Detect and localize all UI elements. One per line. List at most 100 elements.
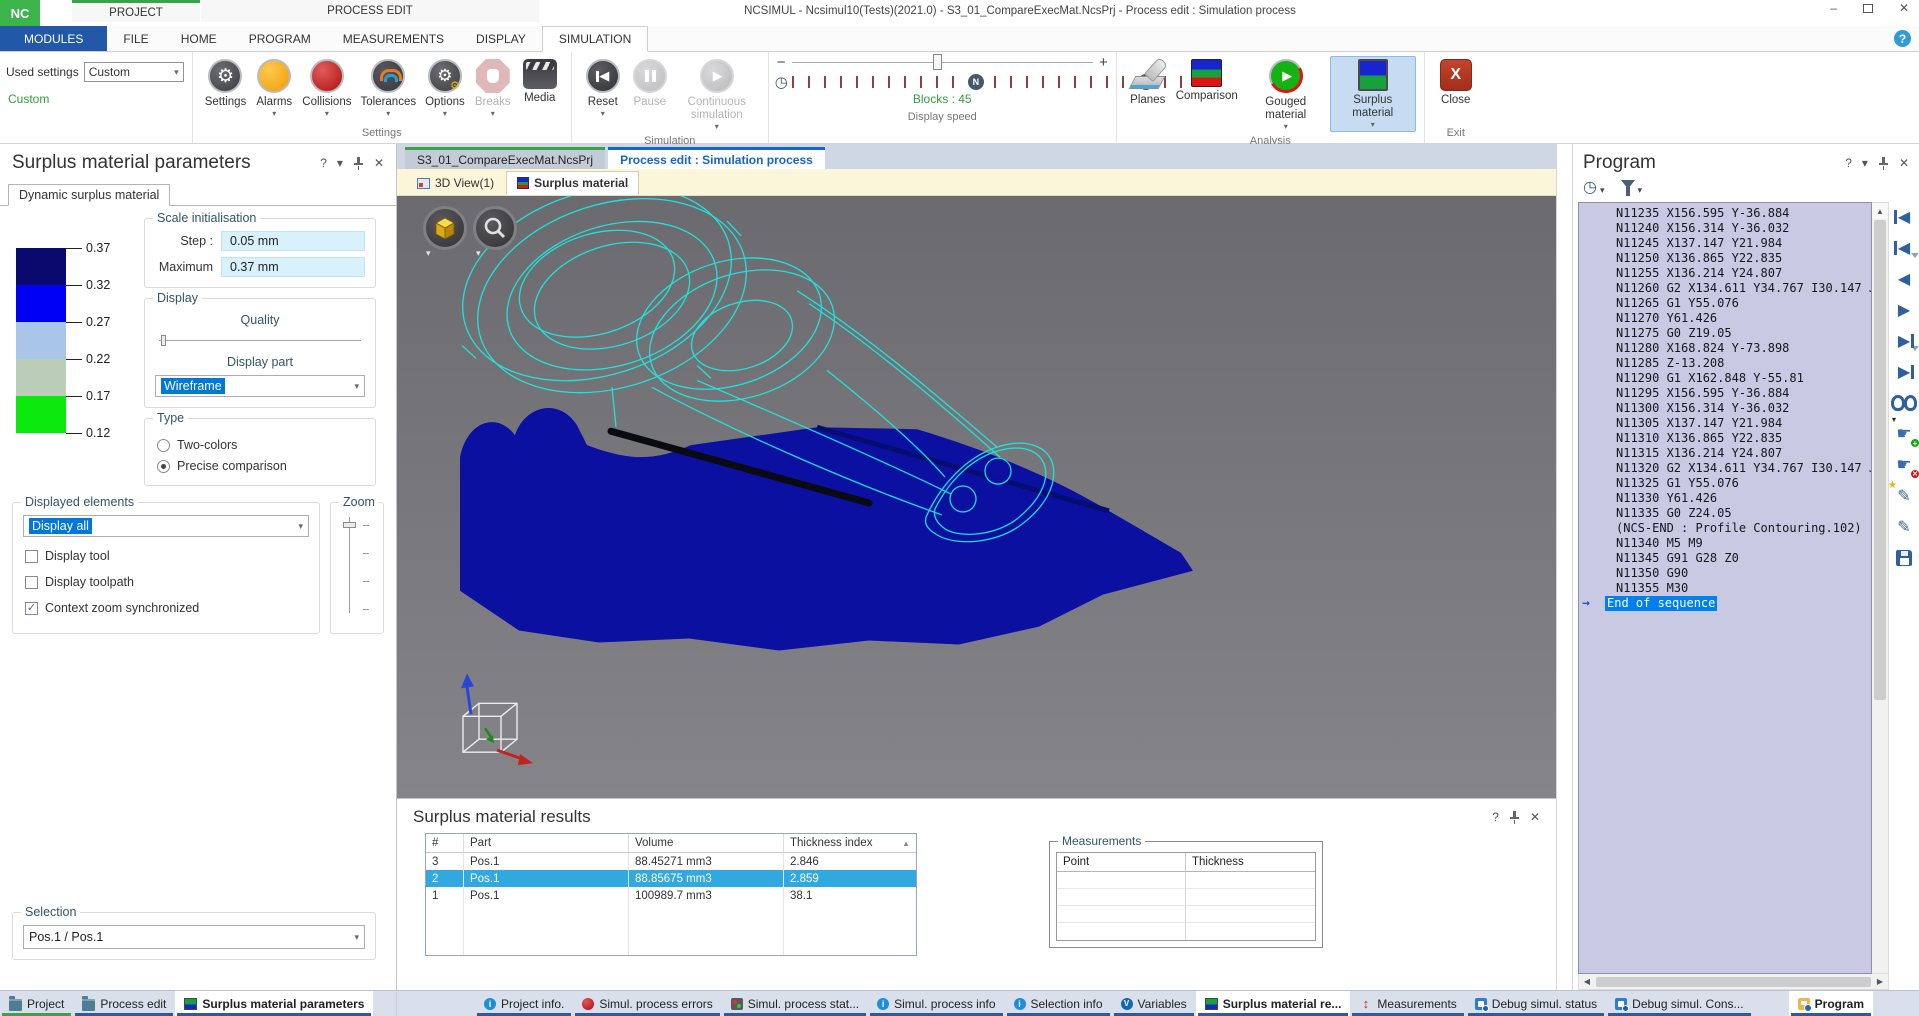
column-header-thickness-index[interactable]: Thickness index▲ — [784, 834, 916, 852]
program-line[interactable]: N11285 Z-13.208 — [1579, 356, 1871, 371]
checkbox-display-toolpath[interactable]: Display toolpath — [25, 575, 307, 589]
program-line[interactable]: N11245 X137.147 Y21.984 — [1579, 236, 1871, 251]
speed-plus-icon[interactable]: + — [1099, 54, 1108, 71]
program-line[interactable]: N11335 G0 Z24.05 — [1579, 506, 1871, 521]
table-row-empty[interactable] — [1057, 872, 1315, 889]
taskbar-tab-measurements[interactable]: Measurements — [1350, 991, 1465, 1016]
speed-slider-thumb[interactable] — [933, 54, 942, 70]
step-forward-icon[interactable] — [1891, 299, 1917, 321]
taskbar-tab-selection-info[interactable]: Selection info — [1005, 991, 1112, 1016]
program-horizontal-scrollbar[interactable]: ◀ ▶ — [1578, 974, 1889, 990]
collisions-button[interactable]: Collisions▾ — [298, 56, 355, 121]
program-line[interactable]: N11320 G2 X134.611 Y34.767 I30.147 J — [1579, 461, 1871, 476]
zoom-slider[interactable] — [337, 517, 377, 613]
checkbox-display-tool[interactable]: Display tool — [25, 549, 307, 563]
scrollbar-thumb[interactable] — [1874, 220, 1886, 700]
go-to-last-block-icon[interactable] — [1891, 361, 1917, 383]
quality-slider-thumb[interactable] — [161, 335, 166, 346]
display-part-dropdown[interactable]: Wireframe ▾ — [155, 375, 365, 397]
table-row[interactable]: 3Pos.188.45271 mm32.846 — [426, 853, 916, 870]
taskbar-tab-surplus-material-parameters[interactable]: Surplus material parameters — [175, 991, 373, 1016]
chevron-down-icon[interactable]: ▾ — [476, 248, 481, 259]
program-line[interactable]: N11290 G1 X162.848 Y-55.81 — [1579, 371, 1871, 386]
doc-tab-process-edit-simulation-process[interactable]: Process edit : Simulation process — [608, 147, 825, 169]
program-line[interactable]: N11330 Y61.426 — [1579, 491, 1871, 506]
results-help-icon[interactable]: ? — [1492, 811, 1499, 823]
scroll-left-icon[interactable]: ◀ — [1579, 974, 1595, 989]
search-icon[interactable]: ▾ — [1891, 392, 1917, 414]
view-tab-surplus-material[interactable]: Surplus material — [506, 171, 639, 195]
column-header-[interactable]: # — [426, 834, 464, 852]
program-line[interactable]: N11305 X137.147 Y21.984 — [1579, 416, 1871, 431]
program-line[interactable]: N11340 M5 M9 — [1579, 536, 1871, 551]
program-line[interactable]: N11235 X156.595 Y-36.884 — [1579, 206, 1871, 221]
pick-remove-icon[interactable]: ✕ — [1891, 454, 1917, 476]
save-icon[interactable] — [1891, 547, 1917, 569]
continuous-simulation-button[interactable]: Continuous simulation▾ — [674, 56, 760, 134]
table-row[interactable]: 1Pos.1100989.7 mm338.1 — [426, 887, 916, 904]
taskbar-tab-simul-process-errors[interactable]: Simul. process errors — [573, 991, 721, 1016]
taskbar-tab-debug-simul-status[interactable]: Debug simul. status — [1466, 991, 1606, 1016]
program-line[interactable]: N11355 M30 — [1579, 581, 1871, 596]
radio-two-colors[interactable]: Two-colors — [157, 438, 363, 452]
checkbox-context-zoom-synchronized[interactable]: ✓Context zoom synchronized — [25, 601, 307, 615]
program-line[interactable]: N11260 G2 X134.611 Y34.767 I30.147 J — [1579, 281, 1871, 296]
scroll-up-icon[interactable]: ▲ — [1872, 203, 1888, 219]
program-pin-icon[interactable] — [1878, 157, 1889, 169]
speed-minus-icon[interactable]: − — [777, 54, 786, 71]
view-cube-button[interactable]: ▾ — [423, 206, 467, 250]
column-header-volume[interactable]: Volume — [629, 834, 784, 852]
speed-slider[interactable] — [792, 53, 1093, 71]
program-line[interactable]: N11300 X156.314 Y-36.032 — [1579, 401, 1871, 416]
maximum-field[interactable]: 0.37 mm — [221, 257, 365, 277]
program-line[interactable]: N11315 X136.214 Y24.807 — [1579, 446, 1871, 461]
program-menu-caret-icon[interactable]: ▾ — [1862, 157, 1868, 169]
taskbar-tab-debug-simul-cons[interactable]: Debug simul. Cons... — [1606, 991, 1752, 1016]
taskbar-tab-project[interactable]: Project — [0, 991, 73, 1016]
taskbar-tab-project-info[interactable]: Project info. — [475, 991, 573, 1016]
table-row-empty[interactable] — [1057, 923, 1315, 940]
table-row-empty[interactable] — [426, 904, 916, 921]
column-header-part[interactable]: Part — [464, 834, 629, 852]
minimize-button-icon[interactable]: – — [1830, 2, 1837, 14]
tab-simulation[interactable]: SIMULATION — [542, 26, 648, 52]
panel-help-icon[interactable]: ? — [320, 157, 327, 169]
table-row-empty[interactable] — [426, 938, 916, 955]
table-row[interactable]: 2Pos.188.85675 mm32.859 — [426, 870, 916, 887]
program-line[interactable]: N11240 X156.314 Y-36.032 — [1579, 221, 1871, 236]
scroll-right-icon[interactable]: ▶ — [1872, 974, 1888, 989]
reset-button[interactable]: Reset▾ — [580, 56, 626, 121]
results-table-header[interactable]: #PartVolumeThickness index▲ — [426, 834, 916, 853]
close-window-button-icon[interactable]: ✕ — [1899, 2, 1909, 14]
taskbar-tab-simul-process-info[interactable]: Simul. process info — [868, 991, 1004, 1016]
table-row-empty[interactable] — [1057, 889, 1315, 906]
program-close-icon[interactable]: ✕ — [1899, 157, 1909, 169]
edit-new-icon[interactable]: ★ — [1891, 485, 1917, 507]
panel-pin-icon[interactable] — [353, 157, 364, 169]
tab-measurements[interactable]: MEASUREMENTS — [327, 26, 460, 51]
tab-dynamic-surplus-material[interactable]: Dynamic surplus material — [8, 184, 170, 206]
zoom-slider-thumb[interactable] — [343, 522, 356, 528]
taskbar-tab-process-edit[interactable]: Process edit — [73, 991, 175, 1016]
selection-dropdown[interactable]: Pos.1 / Pos.1 ▾ — [23, 925, 365, 949]
block-mode-icon[interactable]: N — [968, 74, 984, 90]
panel-splitter[interactable] — [1556, 144, 1573, 990]
program-line[interactable]: (NCS-END : Profile Contouring.102) — [1579, 521, 1871, 536]
surplus-material-button[interactable]: Surplus material▾ — [1330, 56, 1416, 132]
program-line-current[interactable]: →End of sequence — [1579, 596, 1871, 611]
program-line[interactable]: N11350 G90 — [1579, 566, 1871, 581]
panel-menu-caret-icon[interactable]: ▾ — [337, 157, 343, 169]
program-line[interactable]: N11345 G91 G28 Z0 — [1579, 551, 1871, 566]
radio-precise-comparison[interactable]: Precise comparison — [157, 459, 363, 473]
results-close-icon[interactable]: ✕ — [1530, 811, 1540, 823]
tolerances-button[interactable]: Tolerances▾ — [356, 56, 420, 121]
speed-ticks[interactable]: ◷N✕ — [773, 72, 1112, 92]
sort-asc-icon[interactable]: ▲ — [902, 839, 910, 848]
program-line[interactable]: N11295 X156.595 Y-36.884 — [1579, 386, 1871, 401]
help-icon[interactable]: ? — [1894, 30, 1911, 47]
maximize-button-icon[interactable] — [1863, 4, 1873, 13]
pick-add-icon[interactable]: + — [1891, 423, 1917, 445]
taskbar-tab-variables[interactable]: Variables — [1112, 991, 1196, 1016]
program-line[interactable]: N11250 X136.865 Y22.835 — [1579, 251, 1871, 266]
program-line[interactable]: N11280 X168.824 Y-73.898 — [1579, 341, 1871, 356]
